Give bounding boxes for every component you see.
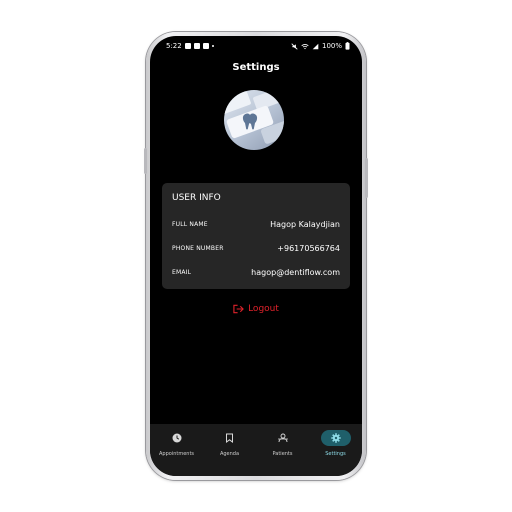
nav-label-settings: Settings — [325, 451, 346, 457]
logout-button[interactable]: Logout — [150, 304, 362, 314]
nav-label-agenda: Agenda — [219, 451, 240, 457]
signal-icon — [312, 43, 319, 49]
notification-icon — [184, 43, 191, 49]
nav-item-agenda[interactable]: Agenda — [203, 424, 256, 476]
status-bar: 5:22 100% — [166, 40, 350, 52]
bottom-nav: Appointments Agenda Patients Settings — [150, 424, 362, 476]
battery-icon — [345, 42, 350, 50]
user-info-title: USER INFO — [172, 193, 221, 203]
phone-side-button — [144, 148, 147, 174]
notification-icon — [193, 43, 200, 49]
full-name-value: Hagop Kalaydjian — [270, 219, 340, 229]
nav-icon-container — [320, 430, 351, 446]
gear-icon — [330, 433, 341, 443]
phone-number-label: PHONE NUMBER — [172, 244, 224, 252]
nav-item-patients[interactable]: Patients — [256, 424, 309, 476]
page-title: Settings — [232, 62, 280, 73]
bookmark-icon — [226, 433, 233, 443]
nav-icon-container — [268, 430, 298, 446]
logout-icon — [233, 304, 244, 314]
nav-icon-container — [162, 430, 192, 446]
mail-icon — [202, 43, 209, 49]
nav-item-appointments[interactable]: Appointments — [150, 424, 203, 476]
full-name-label: FULL NAME — [172, 220, 208, 228]
tooth-keyboard-image — [224, 90, 284, 144]
full-name-row: FULL NAME Hagop Kalaydjian — [172, 217, 340, 231]
user-info-card: USER INFO FULL NAME Hagop Kalaydjian PHO… — [162, 183, 350, 289]
logout-label: Logout — [248, 304, 279, 314]
email-label: EMAIL — [172, 268, 192, 276]
phone-side-button — [365, 158, 368, 198]
dot-icon — [211, 45, 214, 47]
nav-label-patients: Patients — [272, 451, 293, 457]
nav-icon-container — [215, 430, 245, 446]
app-screen: 5:22 100% Settings USER INFO FULL NAME H — [150, 36, 362, 476]
nav-label-appointments: Appointments — [158, 451, 195, 457]
status-time: 5:22 — [166, 42, 182, 50]
phone-number-row: PHONE NUMBER +96170566764 — [172, 241, 340, 255]
nav-item-settings[interactable]: Settings — [309, 424, 362, 476]
patients-icon — [277, 433, 288, 443]
email-value: hagop@dentiflow.com — [251, 267, 340, 277]
phone-number-value: +96170566764 — [277, 243, 340, 253]
battery-level: 100% — [321, 42, 342, 50]
clock-icon — [172, 433, 181, 443]
email-row: EMAIL hagop@dentiflow.com — [172, 265, 340, 279]
avatar[interactable] — [224, 90, 284, 150]
wifi-icon — [301, 43, 309, 49]
mute-icon — [291, 42, 298, 50]
